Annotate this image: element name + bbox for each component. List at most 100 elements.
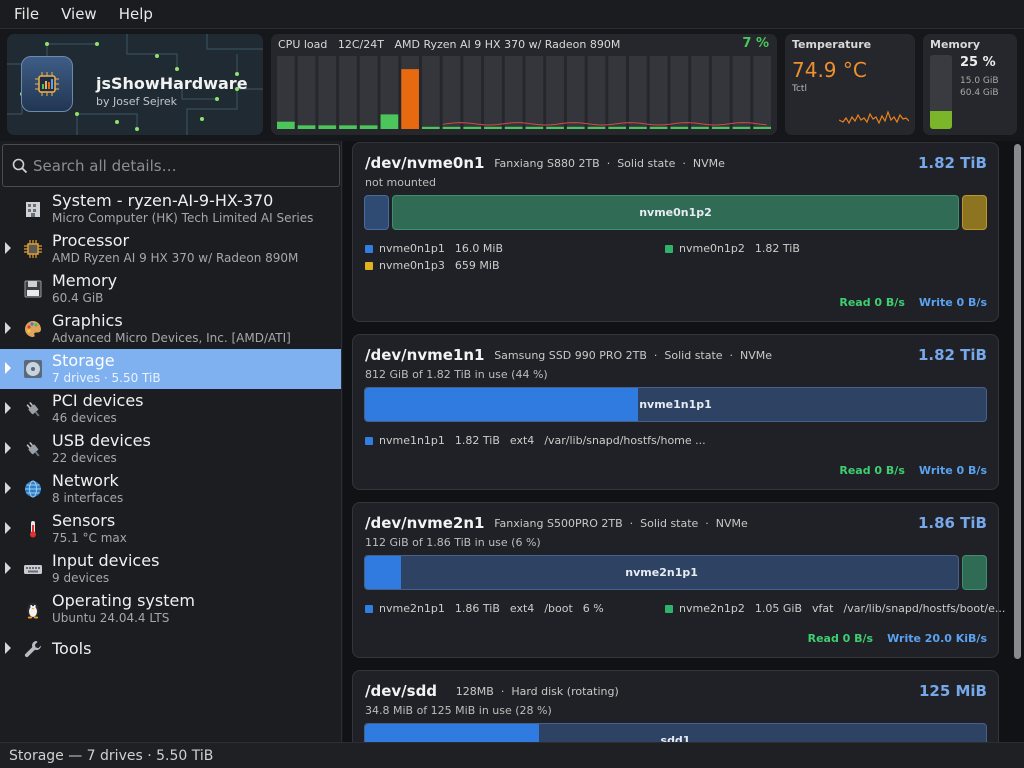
legend-value: 1.82 TiB [754, 242, 800, 255]
legend-partition-name: nvme2n1p1 [379, 602, 445, 615]
io-rates: Read 0 B/s Write 0 B/s [839, 464, 987, 477]
cpu-core-bar [711, 126, 730, 129]
search-box[interactable] [2, 144, 340, 187]
disk-kind: Solid state [664, 349, 723, 362]
storage-panel: /dev/nvme0n1 Fanxiang S880 2TB · Solid st… [343, 141, 1024, 742]
tree-item-title: USB devices [52, 431, 151, 450]
legend-partition-name: nvme0n1p1 [379, 242, 445, 255]
search-icon [12, 158, 28, 174]
legend-value: /var/lib/snapd/hostfs/boot/e... [843, 602, 1006, 615]
disk-card[interactable]: /dev/nvme0n1 Fanxiang S880 2TB · Solid st… [352, 142, 999, 322]
disk-bus: NVMe [715, 517, 748, 530]
io-rates: Read 0 B/s Write 0 B/s [839, 296, 987, 309]
tree-item-memory[interactable]: Memory 60.4 GiB [0, 269, 341, 309]
expand-arrow-icon[interactable] [5, 642, 11, 654]
scrollbar-thumb[interactable] [1014, 144, 1021, 659]
disk-usage: 112 GiB of 1.86 TiB in use (6 %) [365, 536, 541, 549]
legend-swatch [665, 604, 673, 613]
menu-view[interactable]: View [53, 5, 105, 23]
disk-meta: Fanxiang S500PRO 2TB · Solid state · NVM… [494, 517, 748, 530]
tree-item-processor[interactable]: Processor AMD Ryzen AI 9 HX 370 w/ Radeon… [0, 229, 341, 269]
tree-item-input-devices[interactable]: Input devices 9 devices [0, 549, 341, 589]
cpu-core-track [587, 56, 606, 129]
partition-segment[interactable]: sdd1 [364, 723, 987, 742]
tree-item-subtitle: 60.4 GiB [52, 291, 104, 305]
disk-model: Fanxiang S880 2TB [494, 157, 600, 170]
cpu-core-bars [277, 56, 771, 129]
partition-segment[interactable] [364, 195, 389, 230]
disk-card[interactable]: /dev/nvme2n1 Fanxiang S500PRO 2TB · Solid… [352, 502, 1005, 658]
expand-arrow-icon[interactable] [5, 442, 11, 454]
expand-arrow-icon[interactable] [5, 562, 11, 574]
tree-item-pci-devices[interactable]: PCI devices 46 devices [0, 389, 341, 429]
cpu-core-track [463, 56, 482, 129]
cpu-load-percent: 7 % [742, 36, 769, 51]
status-text: Storage — 7 drives · 5.50 TiB [9, 747, 214, 764]
partition-segment[interactable] [962, 195, 987, 230]
tree-item-title: Memory [52, 271, 118, 290]
write-rate: Write 20.0 KiB/s [887, 632, 987, 645]
temperature-value: 74.9 °C [792, 58, 867, 82]
disk-kind: Solid state [640, 517, 699, 530]
tree-item-subtitle: 9 devices [52, 571, 110, 585]
partition-segment[interactable] [962, 555, 987, 590]
cpu-core-track [277, 56, 295, 129]
legend-value: /boot [544, 602, 573, 615]
expand-arrow-icon[interactable] [5, 362, 11, 374]
disk-card[interactable]: /dev/sdd 128MB · Hard disk (rotating) 125 … [352, 670, 999, 742]
disk-size: 125 MiB [918, 682, 987, 700]
tree-item-storage[interactable]: Storage 7 drives · 5.50 TiB [0, 349, 341, 389]
tree-item-title: Input devices [52, 551, 160, 570]
disk-meta: 128MB · Hard disk (rotating) [456, 685, 619, 698]
disk-size: 1.82 TiB [917, 154, 987, 172]
expand-arrow-icon[interactable] [5, 322, 11, 334]
app-author: by Josef Sejrek [96, 95, 178, 108]
tree-item-graphics[interactable]: Graphics Advanced Micro Devices, Inc. [AM… [0, 309, 341, 349]
memory-card: Memory 25 % 15.0 GiB 60.4 GiB [923, 34, 1017, 135]
expand-arrow-icon[interactable] [5, 522, 11, 534]
cpu-core-track [339, 56, 357, 129]
expand-arrow-icon[interactable] [5, 242, 11, 254]
palette-icon [22, 318, 44, 340]
partition-segment[interactable]: nvme1n1p1 [364, 387, 987, 422]
cpu-core-bar [421, 126, 440, 129]
temperature-sparkline [839, 110, 909, 125]
tree-item-subtitle: 8 interfaces [52, 491, 124, 505]
read-rate: Read 0 B/s [839, 296, 905, 309]
partition-legend-item: nvme2n1p2 1.05 GiB vfat/var/lib/snapd/host… [665, 602, 1005, 615]
cpu-core-track [608, 56, 627, 129]
tree-item-title: Sensors [52, 511, 116, 530]
tree-item-usb-devices[interactable]: USB devices 22 devices [0, 429, 341, 469]
menu-file[interactable]: File [6, 5, 47, 23]
menu-help[interactable]: Help [111, 5, 161, 23]
cpu-core-bar [380, 114, 399, 129]
io-rates: Read 0 B/s Write 20.0 KiB/s [808, 632, 987, 645]
legend-value: /var/lib/snapd/hostfs/home ... [544, 434, 706, 447]
expand-arrow-icon[interactable] [5, 482, 11, 494]
partition-segment[interactable]: nvme2n1p1 [364, 555, 960, 590]
partition-bar: nvme1n1p1 [364, 387, 987, 422]
tree-item-system-ryzen-ai-9-hx-370[interactable]: System - ryzen-AI-9-HX-370 Micro Computer… [0, 189, 341, 229]
tree-item-sensors[interactable]: Sensors 75.1 °C max [0, 509, 341, 549]
memory-used: 15.0 GiB [960, 76, 999, 86]
partition-segment[interactable]: nvme0n1p2 [391, 195, 960, 230]
memory-percent: 25 % [960, 55, 996, 70]
tree-item-operating-system[interactable]: Operating system Ubuntu 24.04.4 LTS [0, 589, 341, 629]
expand-arrow-icon[interactable] [5, 402, 11, 414]
partition-label: sdd1 [660, 734, 691, 742]
partition-bar: nvme2n1p1 [364, 555, 987, 590]
app-title: jsShowHardware [96, 74, 248, 93]
partition-label: nvme2n1p1 [625, 566, 698, 579]
tree-item-title: System - ryzen-AI-9-HX-370 [52, 191, 274, 210]
cpu-core-track [504, 56, 523, 129]
building-icon [22, 198, 44, 220]
disk-name: /dev/nvme2n1 [365, 514, 485, 532]
tree-item-subtitle: Advanced Micro Devices, Inc. [AMD/ATI] [52, 331, 291, 345]
plug-icon [22, 398, 44, 420]
disk-size: 1.86 TiB [917, 514, 987, 532]
tree-item-network[interactable]: Network 8 interfaces [0, 469, 341, 509]
tree-item-tools[interactable]: Tools [0, 629, 341, 669]
disk-card[interactable]: /dev/nvme1n1 Samsung SSD 990 PRO 2TB · So… [352, 334, 999, 490]
search-input[interactable] [33, 156, 323, 176]
disk-bus: NVMe [692, 157, 725, 170]
